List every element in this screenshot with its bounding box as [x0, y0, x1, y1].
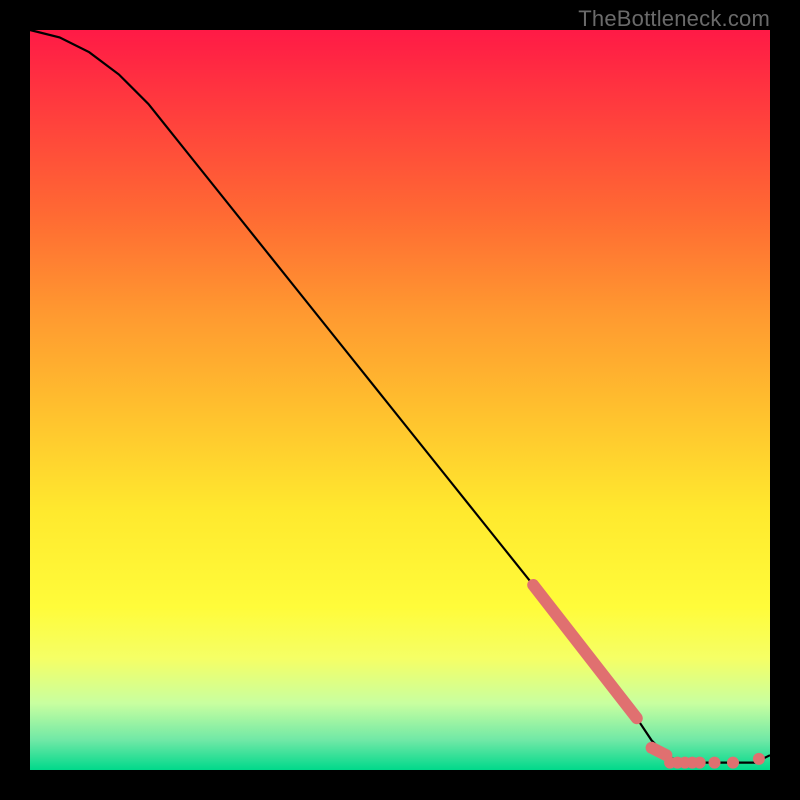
highlight-point	[694, 757, 706, 769]
curve-svg	[30, 30, 770, 770]
highlight-point	[727, 757, 739, 769]
plot-area	[30, 30, 770, 770]
highlight-point	[709, 757, 721, 769]
highlight-points	[664, 753, 765, 769]
highlight-segment	[533, 585, 637, 718]
highlight-segment	[652, 748, 667, 755]
highlight-point	[753, 753, 765, 765]
attribution-text: TheBottleneck.com	[578, 6, 770, 32]
bottleneck-curve	[30, 30, 770, 763]
chart-frame: TheBottleneck.com	[0, 0, 800, 800]
highlight-segments	[533, 585, 666, 755]
